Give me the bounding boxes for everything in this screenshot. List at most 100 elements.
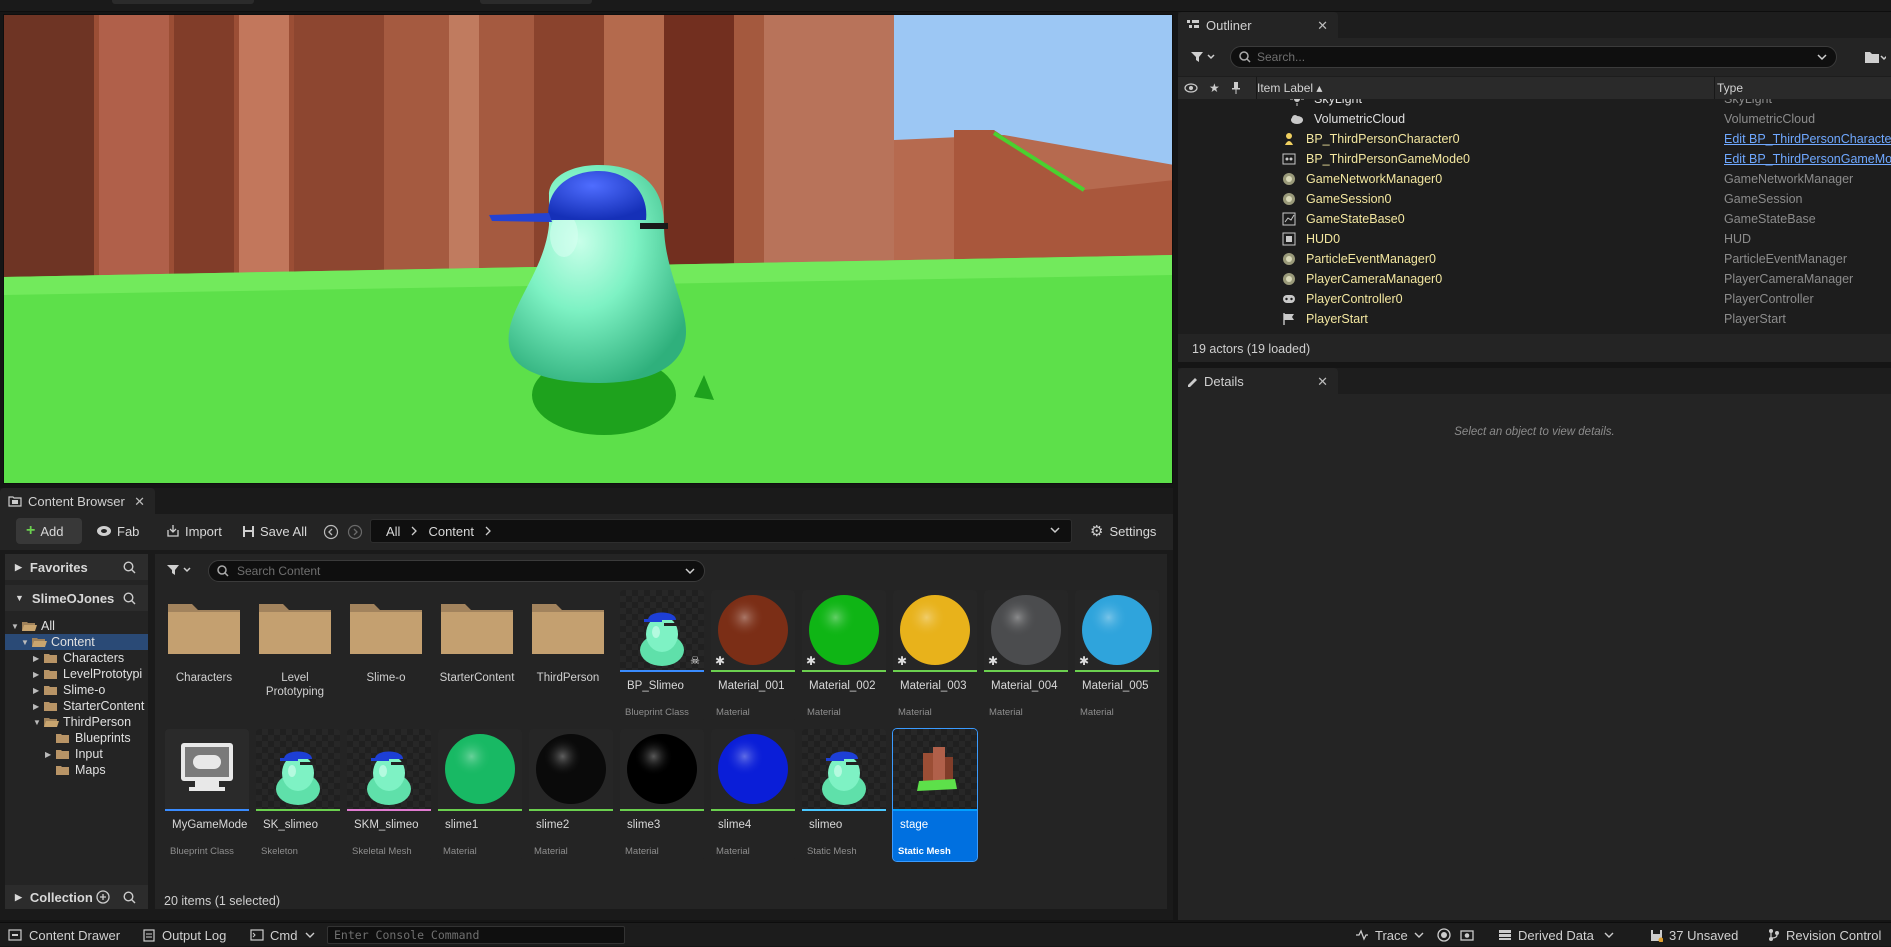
chevron-down-icon[interactable] xyxy=(1816,51,1828,63)
outliner-row[interactable]: GameSession0 GameSession xyxy=(1178,189,1891,209)
asset-tile[interactable]: ✱ Material_003 Material xyxy=(893,590,977,722)
actor-icon xyxy=(1282,172,1296,186)
asset-tile[interactable]: ✱ Material_002 Material xyxy=(802,590,886,722)
outliner-search-input[interactable]: Search... xyxy=(1230,46,1837,68)
flag-icon xyxy=(1282,312,1296,326)
close-icon[interactable]: ✕ xyxy=(1317,374,1328,390)
console-command-input[interactable]: Enter Console Command xyxy=(327,926,625,944)
actor-icon xyxy=(1282,192,1296,206)
asset-type: Material xyxy=(443,846,477,857)
slime-mesh-thumbnail xyxy=(256,729,340,811)
unsaved-icon xyxy=(1650,929,1663,942)
asset-type-color-bar xyxy=(984,670,1068,672)
asset-tile[interactable]: ✱ Material_005 Material xyxy=(1075,590,1159,722)
trace-icon xyxy=(1355,929,1369,941)
edit-blueprint-link[interactable]: Edit BP_ThirdPersonGameMo xyxy=(1724,152,1891,166)
asset-tile[interactable]: slime2 Material xyxy=(529,729,613,861)
asset-tile[interactable]: slime3 Material xyxy=(620,729,704,861)
asset-type: Blueprint Class xyxy=(170,846,234,857)
add-folder-icon[interactable] xyxy=(1864,50,1886,64)
outliner-row-label: BP_ThirdPersonCharacter0 xyxy=(1306,132,1460,146)
output-log-button[interactable]: Output Log xyxy=(143,923,226,947)
asset-type: Material xyxy=(1080,707,1114,718)
visibility-eye-icon[interactable] xyxy=(1184,83,1198,93)
close-icon[interactable]: ✕ xyxy=(1317,18,1328,34)
folder-tile[interactable]: StarterContent xyxy=(435,588,519,720)
outliner-row-label: BP_ThirdPersonGameMode0 xyxy=(1306,152,1470,166)
column-type[interactable]: Type xyxy=(1717,81,1743,95)
asset-type-color-bar xyxy=(893,670,977,672)
outliner-row-label: VolumetricCloud xyxy=(1314,112,1406,126)
outliner-row[interactable]: SkyLight SkyLight xyxy=(1178,99,1891,109)
folder-name: StarterContent xyxy=(439,672,515,684)
unsaved-button[interactable]: 37 Unsaved xyxy=(1650,923,1738,947)
material-sphere-thumbnail: ✱ xyxy=(984,590,1068,672)
main-toolbar-strip xyxy=(0,0,1891,12)
log-icon xyxy=(143,928,155,942)
star-icon[interactable]: ★ xyxy=(1209,81,1220,95)
asset-tile[interactable]: slime4 Material xyxy=(711,729,795,861)
trace-button[interactable]: Trace xyxy=(1355,923,1424,947)
outliner-row[interactable]: PlayerController0 PlayerController xyxy=(1178,289,1891,309)
outliner-row[interactable]: BP_ThirdPersonCharacter0 Edit BP_ThirdPer… xyxy=(1178,129,1891,149)
screenshot-icon[interactable] xyxy=(1460,923,1474,947)
asset-name: slime1 xyxy=(445,819,479,831)
derived-data-icon xyxy=(1498,929,1512,941)
filter-icon[interactable] xyxy=(1190,48,1218,66)
outliner-row[interactable]: ParticleEventManager0 ParticleEventManage… xyxy=(1178,249,1891,269)
asset-tile[interactable]: ☠ BP_Slimeo Blueprint Class xyxy=(620,590,704,722)
folder-tile[interactable]: ThirdPerson xyxy=(526,588,610,720)
toolbar-tab-1[interactable] xyxy=(112,0,254,4)
asset-type: Material xyxy=(898,707,932,718)
folder-icon xyxy=(526,588,610,670)
asset-tile[interactable]: ✱ Material_001 Material xyxy=(711,590,795,722)
asterisk-icon: ✱ xyxy=(806,654,817,668)
tab-outliner[interactable]: Outliner ✕ xyxy=(1178,12,1338,38)
search-icon xyxy=(1239,51,1251,63)
asset-name: SK_slimeo xyxy=(263,819,318,831)
content-drawer-button[interactable]: Content Drawer xyxy=(8,923,120,947)
folder-tile[interactable]: Slime-o xyxy=(344,588,428,720)
asset-name: SKM_slimeo xyxy=(354,819,419,831)
asset-name: Material_002 xyxy=(809,680,876,692)
asset-tile[interactable]: slimeo Static Mesh xyxy=(802,729,886,861)
edit-blueprint-link[interactable]: Edit BP_ThirdPersonCharacte xyxy=(1724,132,1891,146)
folder-tile[interactable]: Characters xyxy=(162,588,246,720)
asset-tile[interactable]: MyGameMode Blueprint Class xyxy=(165,729,249,861)
outliner-row[interactable]: VolumetricCloud VolumetricCloud xyxy=(1178,109,1891,129)
asset-type-color-bar xyxy=(620,809,704,811)
asset-tile[interactable]: SKM_slimeo Skeletal Mesh xyxy=(347,729,431,861)
hud-icon xyxy=(1282,232,1296,246)
asset-tile[interactable]: stage Static Mesh xyxy=(892,728,978,862)
derived-data-button[interactable]: Derived Data xyxy=(1498,923,1614,947)
folder-name: ThirdPerson xyxy=(536,672,600,684)
pin-icon[interactable] xyxy=(1231,82,1241,94)
outliner-row[interactable]: BP_ThirdPersonGameMode0 Edit BP_ThirdPers… xyxy=(1178,149,1891,169)
outliner-status: 19 actors (19 loaded) xyxy=(1192,342,1311,356)
toolbar-tab-2[interactable] xyxy=(480,0,592,4)
terminal-icon xyxy=(250,929,264,941)
folder-tile[interactable]: Level Prototyping xyxy=(253,588,337,720)
outliner-row[interactable]: HUD0 HUD xyxy=(1178,229,1891,249)
asset-type: Material xyxy=(716,707,750,718)
outliner-panel: Outliner ✕ Search... ★ Item Label ▴ Type… xyxy=(1178,12,1891,362)
asset-tile[interactable]: ✱ Material_004 Material xyxy=(984,590,1068,722)
asset-name: Material_001 xyxy=(718,680,785,692)
outliner-row[interactable]: PlayerCameraManager0 PlayerCameraManager xyxy=(1178,269,1891,289)
outliner-row-label: SkyLight xyxy=(1314,99,1362,106)
tab-details[interactable]: Details ✕ xyxy=(1178,368,1338,394)
slime-mesh-thumbnail: ☠ xyxy=(620,590,704,672)
outliner-row[interactable]: PlayerStart PlayerStart xyxy=(1178,309,1891,329)
chevron-down-icon xyxy=(1604,931,1614,939)
asset-tile[interactable]: slime1 Material xyxy=(438,729,522,861)
level-viewport[interactable] xyxy=(3,14,1173,484)
asset-tile[interactable]: SK_slimeo Skeleton xyxy=(256,729,340,861)
record-icon[interactable] xyxy=(1437,923,1451,947)
revision-control-button[interactable]: Revision Control xyxy=(1768,923,1881,947)
column-item-label[interactable]: Item Label ▴ xyxy=(1257,81,1322,95)
outliner-row[interactable]: GameStateBase0 GameStateBase xyxy=(1178,209,1891,229)
outliner-row[interactable]: GameNetworkManager0 GameNetworkManager xyxy=(1178,169,1891,189)
cmd-selector[interactable]: Cmd xyxy=(250,923,315,947)
asset-name: Material_005 xyxy=(1082,680,1149,692)
material-sphere-thumbnail xyxy=(529,729,613,811)
